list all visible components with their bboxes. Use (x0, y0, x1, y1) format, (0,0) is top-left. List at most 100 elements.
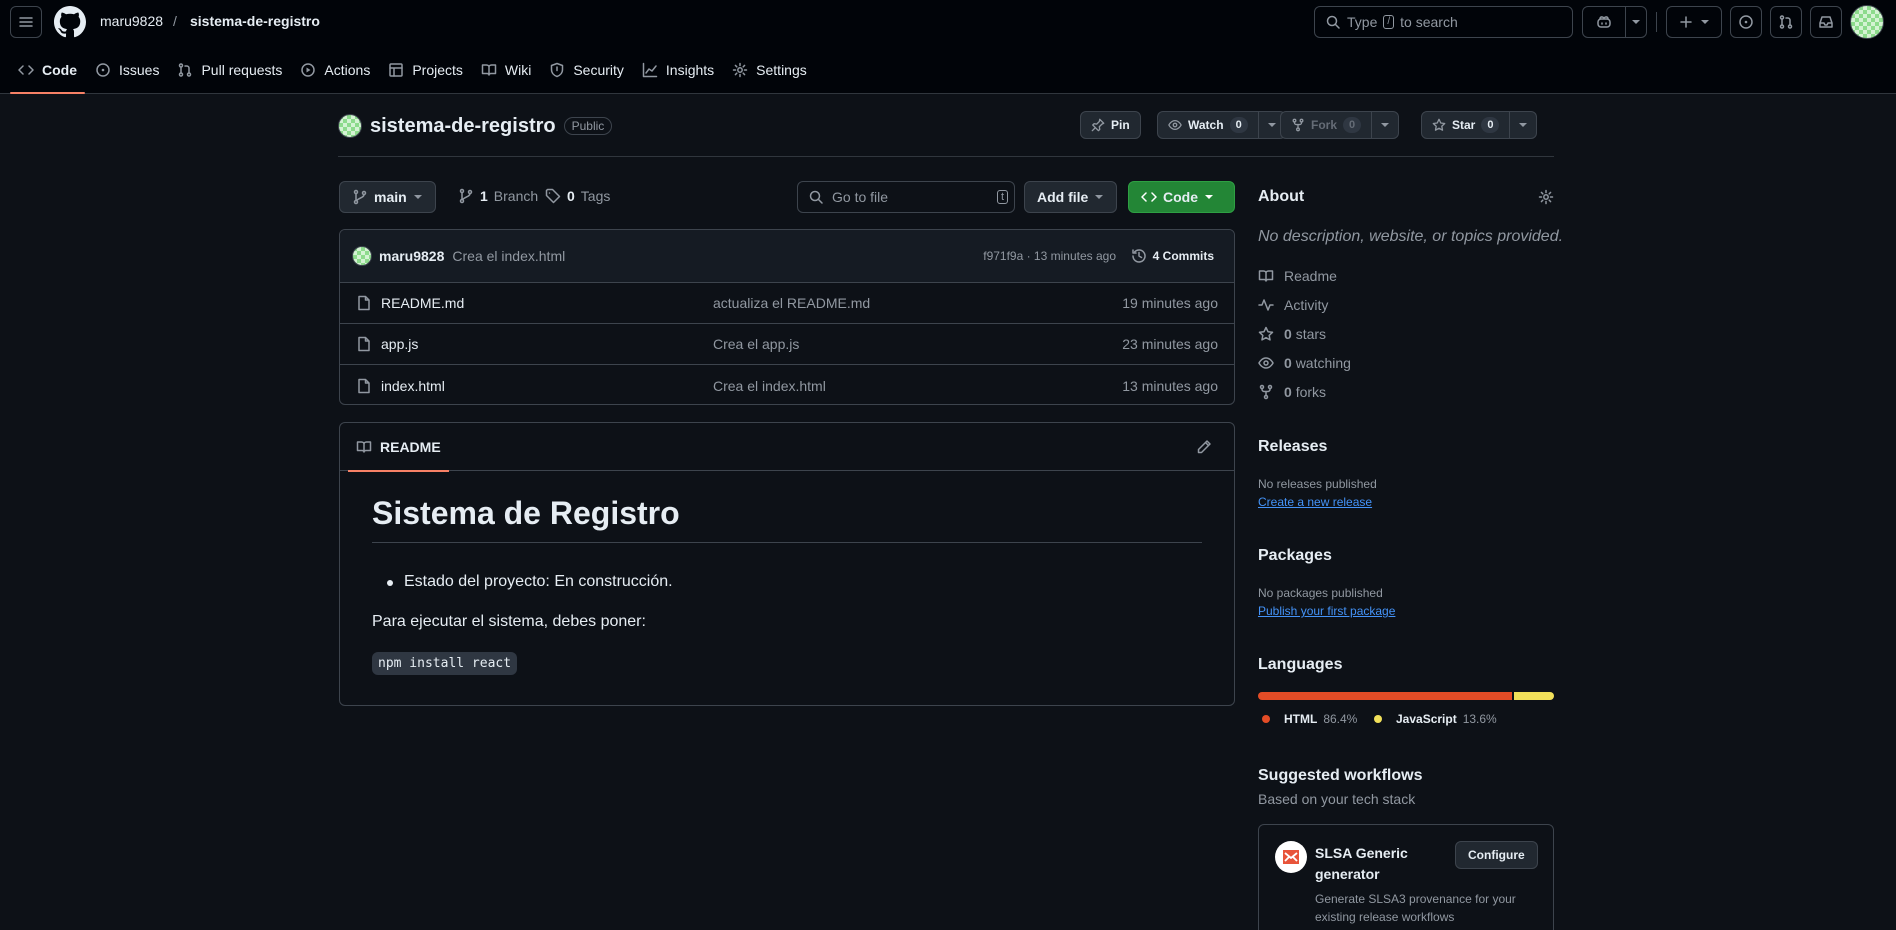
configure-button[interactable]: Configure (1455, 841, 1538, 869)
pull-requests-button[interactable] (1770, 6, 1802, 38)
stars-link[interactable]: 0 stars (1258, 326, 1326, 342)
fork-icon (1292, 118, 1304, 132)
inbox-button[interactable] (1810, 6, 1842, 38)
star-button[interactable]: Star 0 (1421, 111, 1511, 139)
search-input[interactable]: Type / to search (1314, 6, 1573, 38)
chevron-down-icon (1205, 195, 1213, 199)
configure-label: Configure (1468, 848, 1525, 862)
file-name[interactable]: app.js (381, 336, 418, 352)
readme-header: README (340, 423, 1234, 472)
language-dot-javascript (1374, 715, 1382, 723)
language-html[interactable]: HTML 86.4% (1262, 712, 1357, 726)
go-to-file-placeholder: Go to file (832, 189, 889, 205)
go-to-file-input[interactable]: Go to file t (797, 181, 1015, 213)
language-name: JavaScript (1396, 712, 1457, 726)
play-icon (301, 63, 316, 77)
language-javascript[interactable]: JavaScript 13.6% (1374, 712, 1497, 726)
tab-label: Security (573, 62, 624, 78)
file-commit-message[interactable]: Crea el app.js (713, 336, 799, 352)
code-icon (18, 65, 34, 75)
create-release-link[interactable]: Create a new release (1258, 495, 1372, 509)
search-shortcut-key: / (1383, 15, 1395, 29)
tag-label: Tags (580, 188, 611, 204)
file-commit-message[interactable]: Crea el index.html (713, 378, 826, 394)
releases-title[interactable]: Releases (1258, 438, 1327, 456)
repo-name[interactable]: sistema-de-registro (370, 115, 556, 138)
tab-label: Issues (119, 62, 160, 78)
copilot-button[interactable] (1582, 6, 1626, 38)
packages-text: No packages published (1258, 586, 1383, 600)
activity-link[interactable]: Activity (1258, 297, 1328, 313)
pencil-icon[interactable] (1196, 439, 1212, 455)
add-file-button[interactable]: Add file (1024, 181, 1118, 213)
code-button[interactable]: Code (1128, 181, 1235, 213)
forks-label: forks (1295, 384, 1327, 400)
shield-icon (551, 62, 564, 78)
chevron-down-icon (1381, 123, 1390, 127)
commit-message[interactable]: Crea el index.html (452, 248, 565, 264)
file-commit-message[interactable]: actualiza el README.md (713, 295, 870, 311)
commit-hash-time[interactable]: f971f9a · 13 minutes ago (983, 249, 1116, 263)
workflow-card-description: Generate SLSA3 provenance for your exist… (1315, 892, 1516, 924)
watching-label: watching (1295, 355, 1351, 371)
issue-icon (96, 63, 110, 77)
table-row[interactable]: index.html Crea el index.html 13 minutes… (340, 365, 1234, 404)
pin-icon (1091, 118, 1105, 132)
readme-link[interactable]: Readme (1258, 268, 1337, 284)
owner-avatar[interactable] (338, 114, 362, 138)
readme-link-label: Readme (1284, 268, 1337, 284)
star-icon (1258, 326, 1274, 341)
tab-actions[interactable]: Actions (292, 52, 378, 88)
commit-author[interactable]: maru9828 (379, 248, 444, 264)
breadcrumb-owner[interactable]: maru9828 (100, 13, 163, 29)
tab-issues[interactable]: Issues (87, 52, 167, 88)
fork-button[interactable]: Fork 0 (1280, 111, 1373, 139)
gear-icon[interactable] (1538, 189, 1554, 205)
branches-link[interactable]: 1 Branch (458, 188, 538, 204)
table-row[interactable]: README.md actualiza el README.md 19 minu… (340, 283, 1234, 324)
issues-button[interactable] (1730, 6, 1762, 38)
menu-button[interactable] (10, 6, 42, 38)
breadcrumb-repo[interactable]: sistema-de-registro (190, 13, 320, 29)
tags-link[interactable]: 0 Tags (545, 188, 610, 204)
tab-security[interactable]: Security (541, 52, 632, 88)
forks-link[interactable]: 0 forks (1258, 384, 1326, 400)
publish-package-link[interactable]: Publish your first package (1258, 604, 1395, 618)
user-avatar[interactable] (1850, 5, 1884, 39)
packages-title[interactable]: Packages (1258, 547, 1332, 565)
tab-projects[interactable]: Projects (380, 52, 471, 88)
readme-paragraph: Para ejecutar el sistema, debes poner: (372, 613, 646, 630)
star-dropdown-button[interactable] (1510, 111, 1538, 139)
watch-button[interactable]: Watch 0 (1157, 111, 1259, 139)
file-icon (358, 336, 370, 352)
copilot-icon (1597, 16, 1611, 28)
fork-dropdown-button[interactable] (1372, 111, 1400, 139)
copilot-dropdown-button[interactable] (1625, 6, 1647, 38)
pull-request-icon (1779, 15, 1793, 29)
book-icon (356, 441, 372, 453)
readme-title: Sistema de Registro (372, 495, 1202, 543)
watch-label: Watch (1188, 118, 1224, 132)
branch-name: main (374, 189, 407, 205)
tab-insights[interactable]: Insights (634, 52, 722, 88)
add-file-label: Add file (1037, 189, 1089, 205)
commits-link[interactable]: 4 Commits (1131, 248, 1214, 264)
create-new-button[interactable] (1666, 6, 1722, 38)
tab-wiki[interactable]: Wiki (473, 52, 539, 88)
tab-code[interactable]: Code (10, 52, 85, 94)
tab-settings[interactable]: Settings (724, 52, 815, 88)
pin-button[interactable]: Pin (1080, 111, 1141, 139)
commit-author-avatar[interactable] (352, 246, 372, 266)
tab-label: Actions (324, 62, 371, 78)
tab-pull-requests[interactable]: Pull requests (169, 52, 290, 88)
readme-tab[interactable]: README (348, 423, 449, 472)
file-name[interactable]: README.md (381, 295, 464, 311)
branch-selector[interactable]: main (339, 181, 436, 213)
inbox-icon (1819, 16, 1833, 28)
file-name[interactable]: index.html (381, 378, 445, 394)
plus-icon (1680, 16, 1692, 28)
watching-link[interactable]: 0 watching (1258, 355, 1351, 371)
table-row[interactable]: app.js Crea el app.js 23 minutes ago (340, 324, 1234, 365)
file-icon (358, 378, 370, 393)
github-logo-icon[interactable] (54, 6, 86, 38)
